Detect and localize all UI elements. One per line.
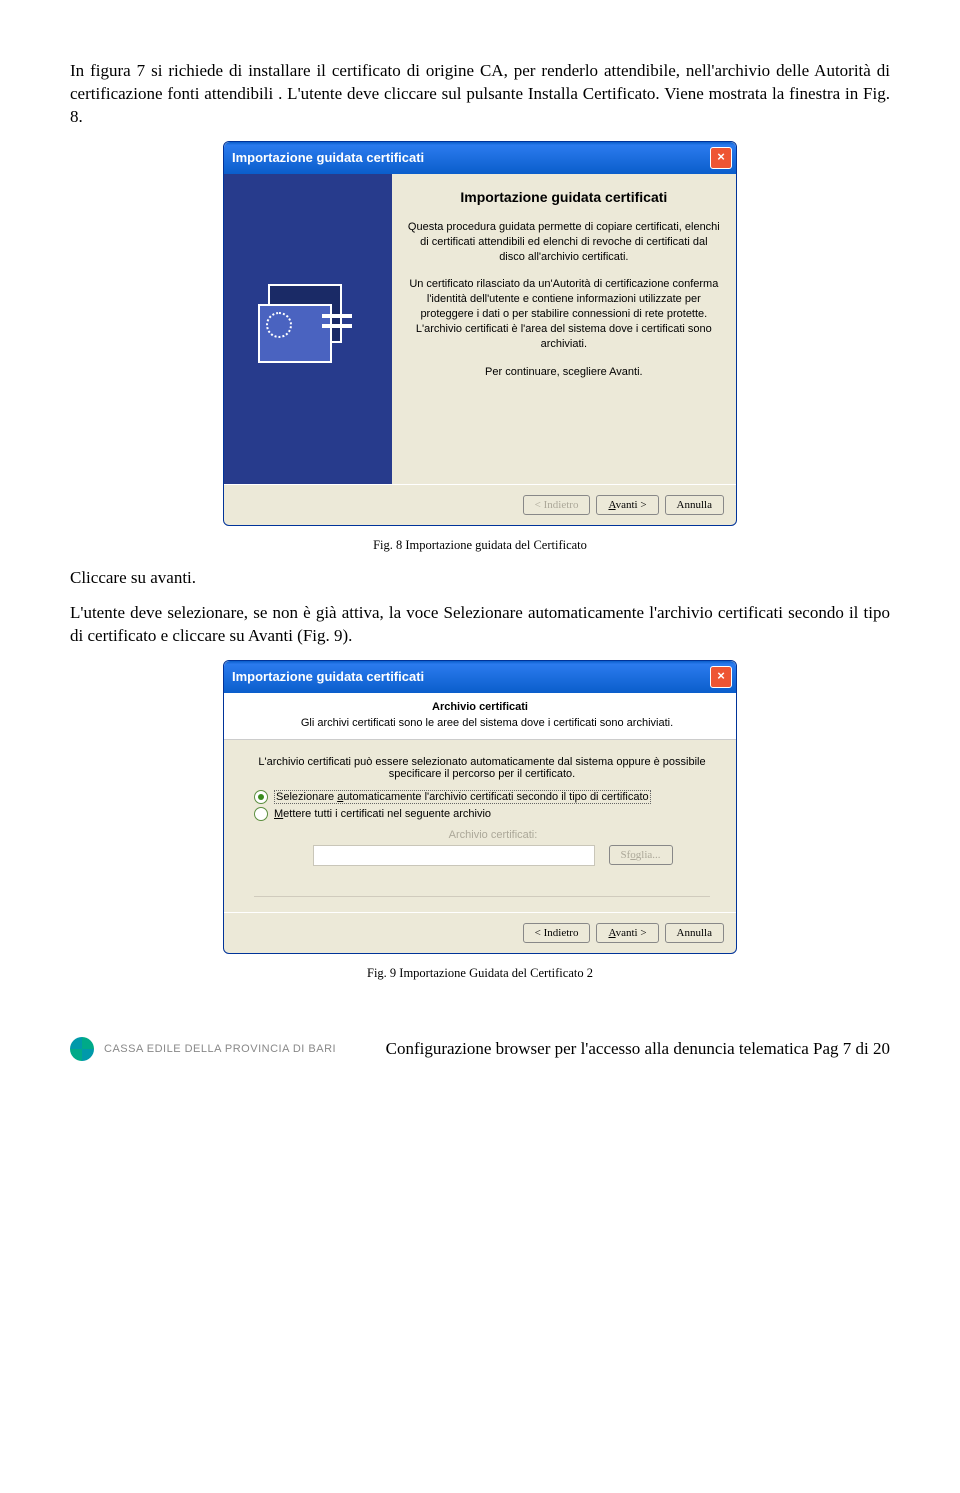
close-icon[interactable]: × (710, 666, 732, 688)
next-button[interactable]: Avanti > (596, 923, 658, 943)
titlebar: Importazione guidata certificati × (224, 661, 736, 693)
figure-caption-9: Fig. 9 Importazione Guidata del Certific… (70, 966, 890, 981)
wizard-sidebar (224, 174, 392, 484)
wizard-text: Questa procedura guidata permette di cop… (407, 220, 721, 265)
radio-auto-select[interactable]: Selezionare automaticamente l'archivio c… (254, 790, 710, 804)
store-label: Archivio certificati: (276, 829, 710, 841)
page-number: Configurazione browser per l'accesso all… (386, 1039, 890, 1059)
wizard-text: Un certificato rilasciato da un'Autorità… (407, 277, 721, 351)
certificate-icon (258, 284, 358, 374)
dialog-title: Importazione guidata certificati (232, 150, 424, 165)
next-button[interactable]: Avanti > (596, 495, 658, 515)
radio-specify-store[interactable]: Mettere tutti i certificati nel seguente… (254, 807, 710, 821)
page-footer: CASSA EDILE DELLA PROVINCIA DI BARI Conf… (0, 1025, 960, 1077)
radio-icon (254, 807, 268, 821)
footer-brand: CASSA EDILE DELLA PROVINCIA DI BARI (104, 1043, 336, 1055)
back-button[interactable]: < Indietro (523, 923, 591, 943)
step-title: Archivio certificati (238, 701, 722, 713)
store-input (313, 845, 595, 866)
close-icon[interactable]: × (710, 147, 732, 169)
cancel-button[interactable]: Annulla (665, 495, 724, 515)
paragraph-click-next: Cliccare su avanti. (70, 567, 890, 590)
wizard-dialog-2: Importazione guidata certificati × Archi… (223, 660, 737, 954)
logo-icon (70, 1037, 94, 1061)
radio-icon (254, 790, 268, 804)
step-subtitle: Gli archivi certificati sono le aree del… (238, 717, 722, 729)
paragraph-1: In figura 7 si richiede di installare il… (70, 60, 890, 129)
back-button: < Indietro (523, 495, 591, 515)
wizard-dialog-1: Importazione guidata certificati × Impor… (223, 141, 737, 526)
paragraph-3: L'utente deve selezionare, se non è già … (70, 602, 890, 648)
figure-caption-8: Fig. 8 Importazione guidata del Certific… (70, 538, 890, 553)
wizard-text: Per continuare, scegliere Avanti. (407, 365, 721, 380)
dialog-title: Importazione guidata certificati (232, 669, 424, 684)
lead-text: L'archivio certificati può essere selezi… (254, 756, 710, 780)
cancel-button[interactable]: Annulla (665, 923, 724, 943)
browse-button: Sfoglia... (609, 845, 673, 865)
titlebar: Importazione guidata certificati × (224, 142, 736, 174)
wizard-heading: Importazione guidata certificati (407, 189, 721, 205)
